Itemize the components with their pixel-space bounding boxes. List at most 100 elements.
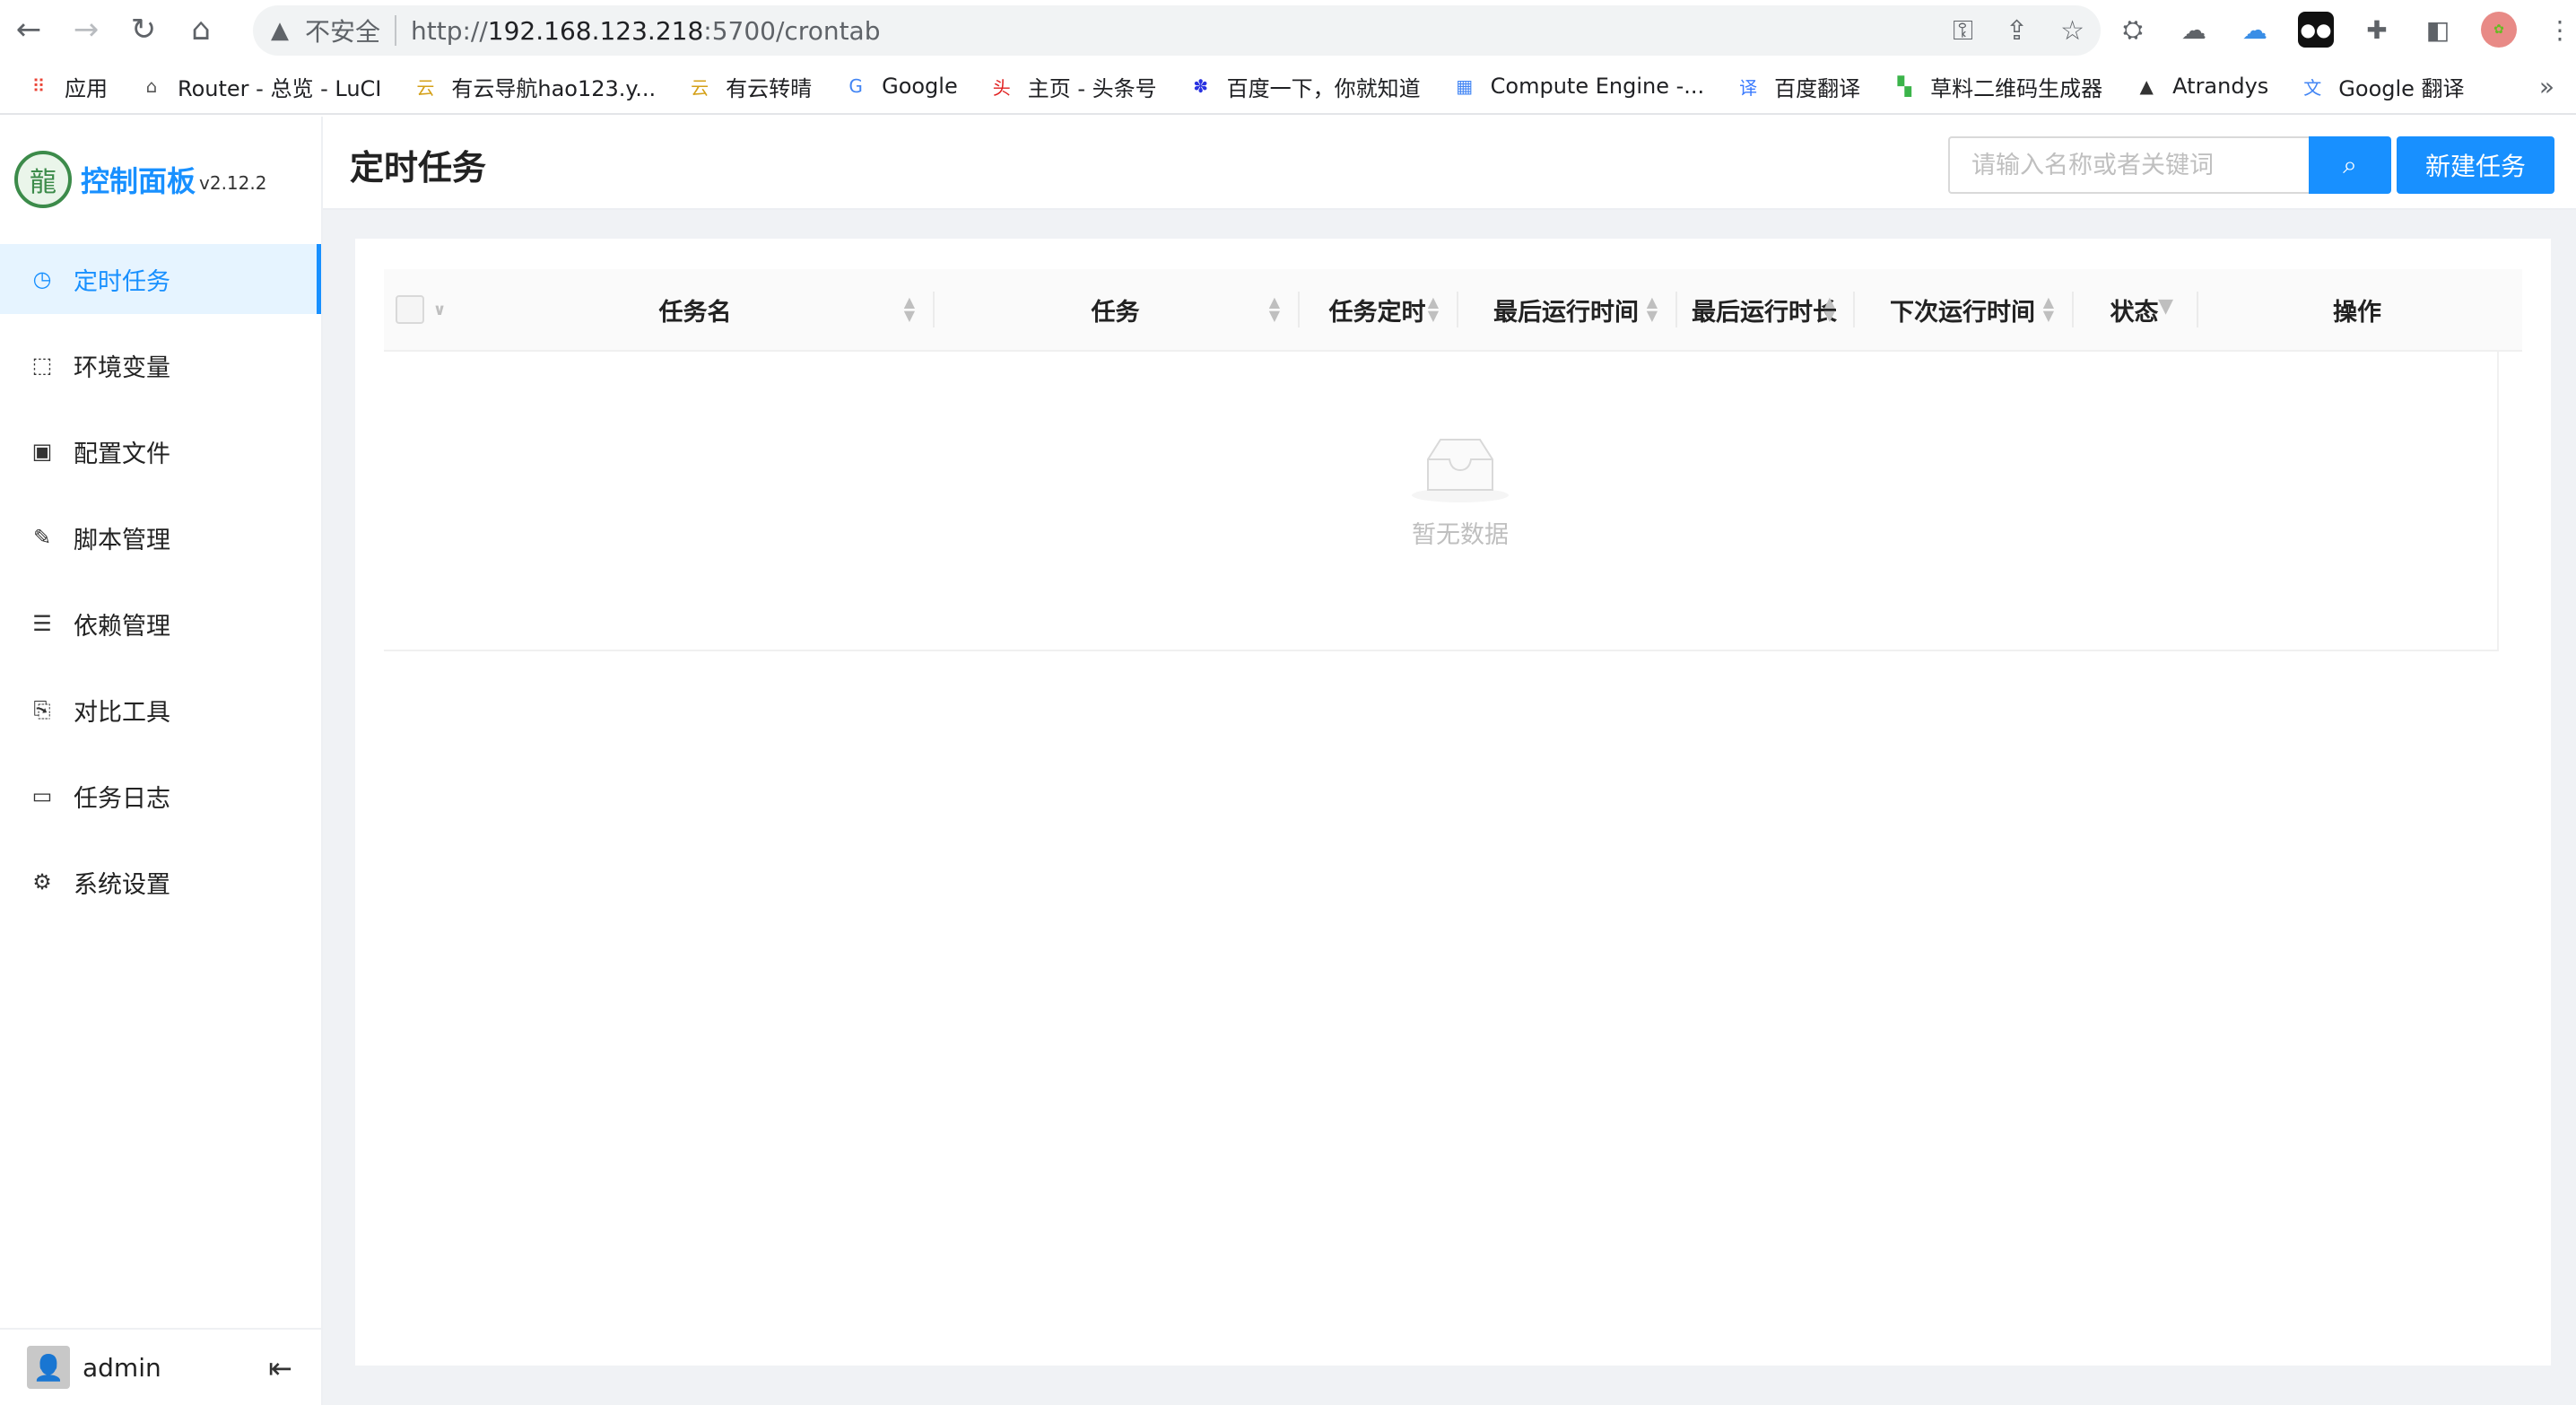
sidebar-item-0[interactable]: ◷ 定时任务 <box>0 244 321 314</box>
new-task-button[interactable]: 新建任务 <box>2397 136 2554 194</box>
bookmark-0[interactable]: ⠿ 应用 <box>25 71 108 102</box>
toutiao-icon: 头 <box>992 76 1011 99</box>
bookmark-label: 有云转晴 <box>726 75 813 101</box>
back-arrow-icon[interactable]: ← <box>0 0 57 59</box>
bookmark-label: 有云导航hao123.y... <box>451 75 657 101</box>
router-icon: ⌂ <box>145 75 158 97</box>
sidebar-item-label: 脚本管理 <box>74 526 170 554</box>
home-icon[interactable]: ⌂ <box>172 0 230 59</box>
column-header-6[interactable]: 状态 ▼ <box>2072 268 2197 351</box>
sort-icon[interactable]: ▲ ▼ <box>904 295 915 323</box>
bookmark-label: Google 翻译 <box>2338 75 2465 101</box>
sort-icon[interactable]: ▲ ▼ <box>1647 295 1658 323</box>
column-header-4[interactable]: 最后运行时长 ▲ ▼ <box>1675 268 1853 351</box>
bookmark-9[interactable]: ▚ 草料二维码生成器 <box>1891 71 2102 102</box>
bookmark-label: Compute Engine -... <box>1490 74 1705 99</box>
sidebar: 龍 控制面板 v2.12.2 ◷ 定时任务 ⬚ 环境变量 ▣ 配置文件 ✎ 脚本管理 ☰ 依赖管理… <box>0 117 323 1405</box>
variable-icon: ⬚ <box>31 353 53 378</box>
select-all-checkbox[interactable] <box>395 295 424 324</box>
column-header-5[interactable]: 下次运行时间 ▲ ▼ <box>1853 268 2072 351</box>
column-header-3[interactable]: 最后运行时间 ▲ ▼ <box>1457 268 1675 351</box>
security-label[interactable]: 不安全 <box>305 13 380 48</box>
column-label: 操作 <box>2333 298 2381 327</box>
sidebar-logo[interactable]: 龍 控制面板 v2.12.2 <box>0 117 321 242</box>
apps-grid-icon: ⠿ <box>31 75 46 97</box>
baidu-paw-icon: ✽ <box>1193 75 1209 97</box>
google-icon: G <box>849 75 863 97</box>
search-input[interactable] <box>1948 136 2309 194</box>
bookmark-label: Router - 总览 - LuCI <box>178 75 382 101</box>
incognito-extension-icon[interactable]: ⛭ <box>2115 12 2151 48</box>
profile-avatar-icon[interactable]: ✿ <box>2481 12 2517 48</box>
url-text[interactable]: http://192.168.123.218:5700/crontab <box>411 16 880 46</box>
sidebar-item-label: 配置文件 <box>74 440 170 468</box>
bookmark-6[interactable]: ✽ 百度一下，你就知道 <box>1188 71 1421 102</box>
sidebar-menu: ◷ 定时任务 ⬚ 环境变量 ▣ 配置文件 ✎ 脚本管理 ☰ 依赖管理 ⎘ 对比工具 ▭ 任务日志 ⚙ 系统设置 <box>0 244 321 917</box>
bookmark-label: 百度一下，你就知道 <box>1226 75 1421 101</box>
puzzle-extensions-icon[interactable]: ✚ <box>2359 12 2395 48</box>
column-header-0[interactable]: 任务名 ▲ ▼ <box>457 268 933 351</box>
search-button[interactable]: ⌕ <box>2309 136 2391 194</box>
sidebar-item-3[interactable]: ✎ 脚本管理 <box>0 502 321 572</box>
folder-icon: ▭ <box>31 783 53 808</box>
sort-icon[interactable]: ▲ ▼ <box>2043 295 2054 323</box>
user-avatar-icon[interactable]: 👤 <box>27 1346 70 1389</box>
bookmark-5[interactable]: 头主页 - 头条号 <box>988 71 1157 102</box>
sort-icon[interactable]: ▲ ▼ <box>1824 295 1835 323</box>
forward-arrow-icon[interactable]: → <box>57 0 115 59</box>
bookmark-8[interactable]: 译百度翻译 <box>1735 71 1860 102</box>
side-panel-icon[interactable]: ◧ <box>2420 12 2456 48</box>
column-label: 最后运行时长 <box>1692 298 1837 327</box>
warning-triangle-icon[interactable]: ▲ <box>271 17 289 44</box>
bookmarks-overflow-icon[interactable]: » <box>2539 72 2554 101</box>
column-header-2[interactable]: 任务定时 ▲ ▼ <box>1298 268 1457 351</box>
page-title: 定时任务 <box>350 148 487 188</box>
share-icon[interactable]: ⇪ <box>2006 15 2028 47</box>
bookmark-3[interactable]: 云有云转晴 <box>686 71 812 102</box>
translate-icon: 译 <box>1739 76 1758 99</box>
column-label: 任务定时 <box>1328 298 1426 327</box>
edit-icon: ✎ <box>32 525 52 550</box>
sidebar-item-2[interactable]: ▣ 配置文件 <box>0 416 321 486</box>
sort-icon[interactable]: ▲ ▼ <box>1428 295 1439 323</box>
key-icon[interactable]: ⚿ <box>1953 15 1973 47</box>
cloud-download-extension-icon[interactable]: ☁ <box>2237 12 2273 48</box>
bookmark-11[interactable]: 文 Google 翻译 <box>2299 71 2464 102</box>
chevron-down-icon[interactable]: ∨ <box>433 301 447 319</box>
column-header-1[interactable]: 任务 ▲ ▼ <box>933 268 1298 351</box>
qinglong-logo-icon: 龍 <box>14 151 72 208</box>
table-scrollbar[interactable] <box>2497 352 2522 651</box>
sidebar-item-4[interactable]: ☰ 依赖管理 <box>0 589 321 659</box>
username[interactable]: admin <box>83 1353 161 1383</box>
bookmark-2[interactable]: 云有云导航hao123.y... <box>412 71 656 102</box>
sort-icon[interactable]: ▲ ▼ <box>1269 295 1280 323</box>
table-header: ∨ 任务名 ▲ ▼ 任务 ▲ ▼ 任务定时 ▲ ▼ 最后运行时间 ▲ ▼ 最后运行时长 ▲ ▼ 下次运行时间 ▲… <box>384 269 2522 352</box>
bookmark-7[interactable]: ▦ Compute Engine -... <box>1451 73 1705 100</box>
app-version: v2.12.2 <box>199 172 267 194</box>
bookmark-4[interactable]: G Google <box>842 73 957 100</box>
youyun-icon: 云 <box>691 76 709 99</box>
reload-icon[interactable]: ↻ <box>115 0 172 59</box>
cloud-extension-icon[interactable]: ☁ <box>2176 12 2212 48</box>
filter-icon[interactable]: ▼ <box>2158 295 2173 318</box>
tampermonkey-extension-icon[interactable]: ●● <box>2298 12 2334 48</box>
omnibox-divider <box>395 15 397 46</box>
sidebar-item-5[interactable]: ⎘ 对比工具 <box>0 675 321 745</box>
menu-collapse-icon[interactable]: ⇤ <box>268 1351 292 1385</box>
config-icon: ▣ <box>31 439 53 464</box>
sidebar-item-label: 对比工具 <box>74 698 170 727</box>
sidebar-item-6[interactable]: ▭ 任务日志 <box>0 761 321 831</box>
atrandys-icon: ▲ <box>2139 75 2154 97</box>
address-bar[interactable]: ▲ 不安全 http://192.168.123.218:5700/cronta… <box>253 5 2101 56</box>
bookmark-1[interactable]: ⌂ Router - 总览 - LuCI <box>138 71 382 102</box>
sidebar-item-label: 环境变量 <box>74 353 170 382</box>
menu-kebab-icon[interactable]: ⋮ <box>2542 12 2576 48</box>
bookmark-10[interactable]: ▲ Atrandys <box>2133 73 2268 100</box>
sidebar-item-1[interactable]: ⬚ 环境变量 <box>0 330 321 400</box>
star-icon[interactable]: ☆ <box>2060 15 2084 47</box>
qrcode-icon: ▚ <box>1897 75 1911 97</box>
sidebar-footer: 👤 admin ⇤ <box>0 1328 321 1405</box>
sidebar-item-7[interactable]: ⚙ 系统设置 <box>0 847 321 917</box>
search-group: ⌕ <box>1948 136 2391 194</box>
column-label: 最后运行时间 <box>1493 298 1639 327</box>
